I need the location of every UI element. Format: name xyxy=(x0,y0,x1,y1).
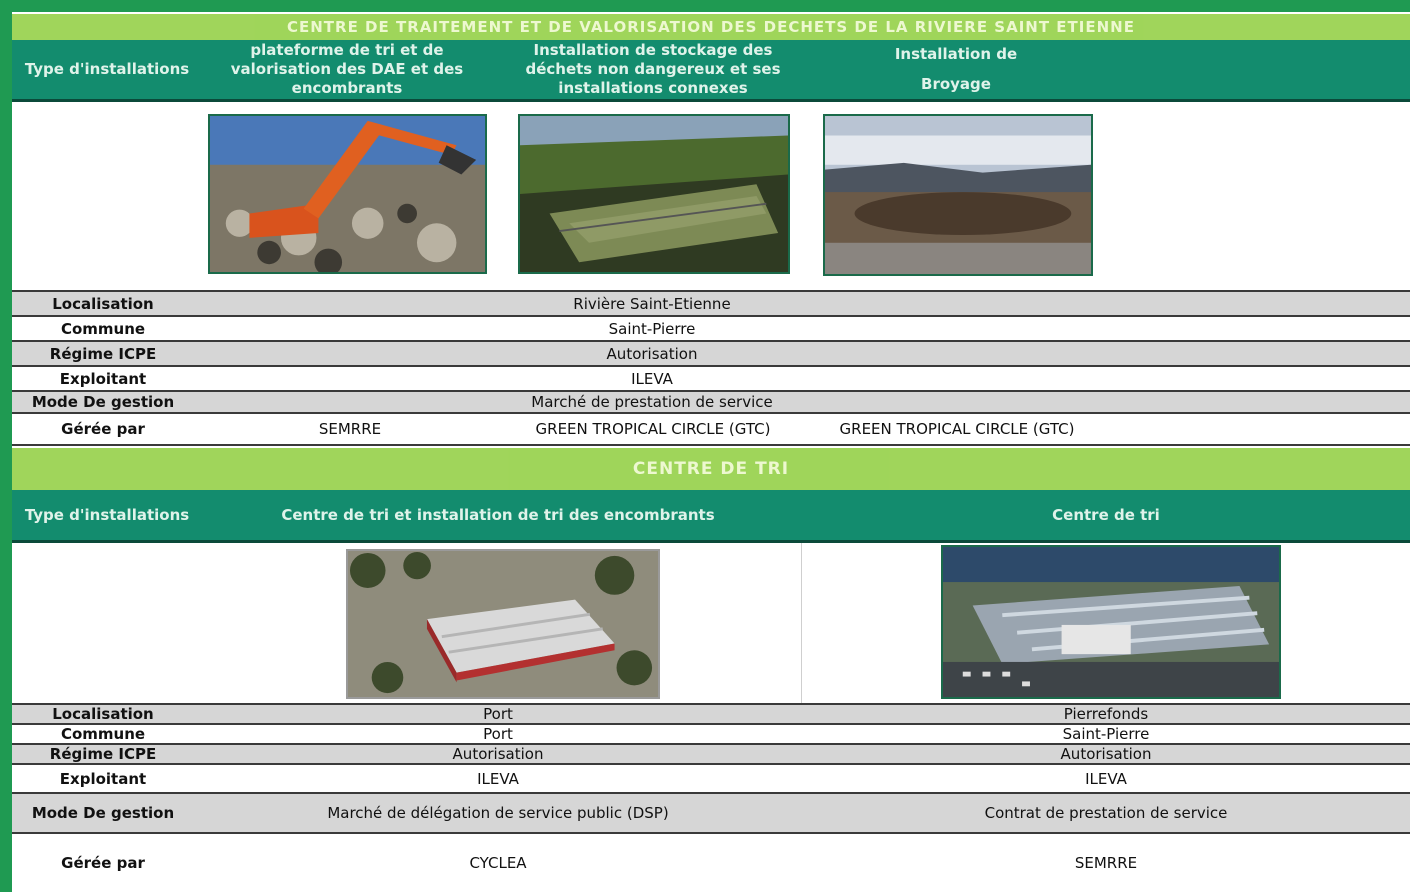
excavator-photo xyxy=(208,114,487,274)
row-label: Exploitant xyxy=(59,769,147,788)
row-label: Gérée par xyxy=(61,854,145,872)
row-value: Saint-Pierre xyxy=(608,319,696,338)
row-value: GREEN TROPICAL CIRCLE (GTC) xyxy=(535,420,771,438)
row-label: Mode De gestion xyxy=(31,804,175,822)
row-value: Autorisation xyxy=(1060,745,1152,763)
sorting-center-pierrefonds-photo xyxy=(941,545,1281,699)
row-localisation: Localisation Port Pierrefonds xyxy=(12,703,1410,723)
row-label: Commune xyxy=(60,319,146,338)
row-value: Pierrefonds xyxy=(1063,705,1149,723)
row-label: Localisation xyxy=(52,705,154,723)
section1-photo-row xyxy=(12,102,1410,290)
column-header-storage: Installation de stockage des déchets non… xyxy=(525,41,781,97)
row-value: Autorisation xyxy=(452,745,544,763)
row-mode-gestion: Mode De gestion Marché de prestation de … xyxy=(12,390,1410,412)
shredding-site-photo xyxy=(823,114,1093,276)
row-commune: Commune Port Saint-Pierre xyxy=(12,723,1410,743)
row-value: Marché de délégation de service public (… xyxy=(327,804,669,822)
section1-header: Type d'installations plateforme de tri e… xyxy=(12,40,1410,102)
row-localisation: Localisation Rivière Saint-Etienne xyxy=(12,290,1410,315)
row-label: Gérée par xyxy=(61,420,145,438)
row-value: Contrat de prestation de service xyxy=(984,804,1228,822)
row-value: Port xyxy=(483,725,513,743)
row-geree-par: Gérée par SEMRRE GREEN TROPICAL CIRCLE (… xyxy=(12,412,1410,446)
row-value: SEMRRE xyxy=(1074,854,1138,872)
row-regime-icpe: Régime ICPE Autorisation Autorisation xyxy=(12,743,1410,763)
row-value: Port xyxy=(483,705,513,723)
column-header-dae: plateforme de tri et de valorisation des… xyxy=(230,41,464,97)
column-divider xyxy=(801,543,802,703)
row-geree-par: Gérée par CYCLEA SEMRRE xyxy=(12,832,1410,892)
row-label: Régime ICPE xyxy=(49,344,157,363)
type-label: Type d'installations xyxy=(24,505,190,524)
row-exploitant: Exploitant ILEVA ILEVA xyxy=(12,763,1410,792)
row-label: Mode De gestion xyxy=(31,393,175,411)
section1-title: CENTRE DE TRAITEMENT ET DE VALORISATION … xyxy=(12,14,1410,40)
row-value: ILEVA xyxy=(477,769,519,788)
row-value: Rivière Saint-Etienne xyxy=(573,294,731,313)
type-label: Type d'installations xyxy=(24,60,190,78)
row-mode-gestion: Mode De gestion Marché de délégation de … xyxy=(12,792,1410,832)
row-value: CYCLEA xyxy=(469,854,527,872)
row-value: Marché de prestation de service xyxy=(531,393,773,411)
row-value: Autorisation xyxy=(606,344,698,363)
row-label: Régime ICPE xyxy=(49,745,157,763)
row-exploitant: Exploitant ILEVA xyxy=(12,365,1410,390)
row-regime-icpe: Régime ICPE Autorisation xyxy=(12,340,1410,365)
section2-photo-row xyxy=(12,543,1410,703)
column-header-shredding: Installation de Broyage xyxy=(894,45,1018,93)
row-label: Localisation xyxy=(52,294,154,313)
row-value: Saint-Pierre xyxy=(1062,725,1150,743)
row-commune: Commune Saint-Pierre xyxy=(12,315,1410,340)
row-value: ILEVA xyxy=(1085,769,1127,788)
row-label: Commune xyxy=(60,725,146,743)
column-header-sorting-pierrefonds: Centre de tri xyxy=(1052,505,1160,524)
section2-title: CENTRE DE TRI xyxy=(12,448,1410,490)
column-header-sorting-port: Centre de tri et installation de tri des… xyxy=(281,505,715,524)
sorting-center-port-photo xyxy=(346,549,660,699)
installations-table: CENTRE DE TRAITEMENT ET DE VALORISATION … xyxy=(12,12,1410,892)
row-value: SEMRRE xyxy=(318,420,382,438)
landfill-photo xyxy=(518,114,790,274)
row-value: GREEN TROPICAL CIRCLE (GTC) xyxy=(839,420,1075,438)
row-label: Exploitant xyxy=(59,369,147,388)
row-value: ILEVA xyxy=(631,369,673,388)
section2-header: Type d'installations Centre de tri et in… xyxy=(12,490,1410,543)
